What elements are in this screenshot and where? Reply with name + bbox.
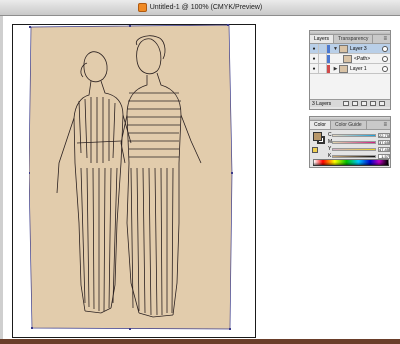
cyan-value[interactable]: 22.75	[378, 132, 390, 138]
panel-menu-icon[interactable]: ≡	[380, 121, 390, 129]
layer-color-chip	[327, 54, 330, 63]
yellow-value[interactable]: 47.45	[378, 146, 390, 152]
fashion-sketch-artwork[interactable]	[29, 23, 234, 331]
eye-icon[interactable]: ●	[310, 43, 319, 54]
layers-panel: Layers Transparency ≡ ● ▼ Layer 3 ● <Pat…	[309, 30, 391, 110]
color-panel-tabs: Color Color Guide ≡	[310, 121, 390, 130]
disclosure-triangle-icon[interactable]: ▼	[332, 46, 339, 52]
make-clipping-mask-icon[interactable]	[352, 101, 359, 106]
lock-toggle[interactable]	[319, 53, 327, 64]
disclosure-triangle-icon[interactable]: ▶	[332, 66, 339, 72]
yellow-slider-row[interactable]: Y 47.45	[328, 146, 390, 152]
lock-toggle[interactable]	[319, 63, 327, 74]
out-of-gamut-icon[interactable]	[312, 147, 318, 153]
magenta-slider[interactable]	[332, 140, 376, 144]
desktop-background-strip	[0, 339, 400, 344]
layer-row[interactable]: ● <Path>	[310, 53, 390, 64]
layer-row[interactable]: ● ▼ Layer 3	[310, 43, 390, 54]
layer-color-chip	[327, 44, 330, 53]
fill-swatch[interactable]	[313, 132, 322, 141]
title-group: Untitled-1 @ 100% (CMYK/Preview)	[137, 3, 263, 12]
trash-icon[interactable]	[379, 101, 386, 106]
new-layer-icon[interactable]	[370, 101, 377, 106]
document-icon	[137, 3, 147, 12]
eye-icon[interactable]: ●	[310, 53, 319, 64]
eye-icon[interactable]: ●	[310, 63, 319, 74]
tab-transparency[interactable]: Transparency	[334, 35, 374, 43]
layer-row[interactable]: ● ▶ Layer 1	[310, 63, 390, 74]
layers-panel-footer: 3 Layers	[310, 99, 390, 107]
color-spectrum-shade	[313, 159, 389, 166]
magenta-value[interactable]: 37.65	[378, 139, 390, 145]
target-icon[interactable]	[382, 65, 388, 72]
yellow-slider[interactable]	[332, 147, 376, 151]
black-value[interactable]: 1.57	[378, 153, 390, 159]
layer-color-chip	[327, 64, 330, 73]
panel-menu-icon[interactable]: ≡	[380, 35, 390, 43]
tab-color-guide[interactable]: Color Guide	[331, 121, 367, 129]
cyan-slider-row[interactable]: C 22.75	[328, 132, 390, 138]
layer-thumbnail	[339, 44, 348, 53]
window-titlebar: Untitled-1 @ 100% (CMYK/Preview)	[0, 0, 400, 16]
layer-name[interactable]: <Path>	[354, 56, 382, 62]
layer-count-label: 3 Layers	[312, 100, 332, 107]
layer-thumbnail	[343, 54, 352, 63]
cyan-slider[interactable]	[332, 133, 376, 137]
locate-object-icon[interactable]	[343, 101, 350, 106]
window-title: Untitled-1 @ 100% (CMYK/Preview)	[149, 4, 263, 11]
layers-empty-area	[310, 74, 390, 99]
target-icon[interactable]	[382, 55, 388, 62]
paper-background	[29, 24, 233, 330]
color-panel-body: C 22.75 M 37.65 Y 47.45 K 1.57	[310, 130, 390, 168]
color-panel: Color Color Guide ≡ C 22.75 M 37.65 Y 47…	[309, 116, 391, 168]
tab-color[interactable]: Color	[310, 121, 331, 129]
black-slider[interactable]	[332, 154, 376, 158]
layer-name[interactable]: Layer 1	[350, 66, 382, 72]
magenta-slider-row[interactable]: M 37.65	[328, 139, 390, 145]
layer-name[interactable]: Layer 3	[350, 46, 382, 52]
lock-toggle[interactable]	[319, 43, 327, 54]
target-icon[interactable]	[382, 45, 388, 52]
new-sublayer-icon[interactable]	[361, 101, 368, 106]
desktop-edge	[0, 16, 3, 344]
layer-thumbnail	[339, 64, 348, 73]
tab-layers[interactable]: Layers	[310, 35, 335, 43]
